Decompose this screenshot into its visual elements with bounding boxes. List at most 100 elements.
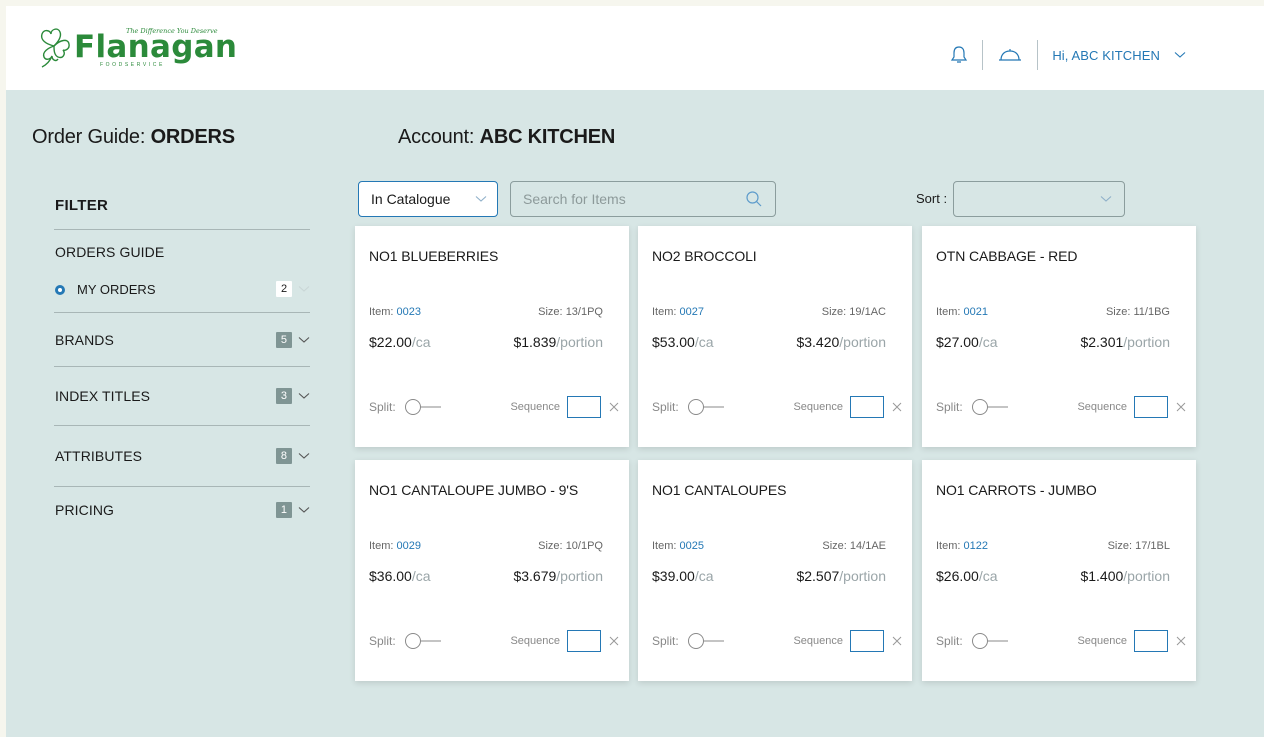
item-label: Item:: [936, 306, 961, 318]
shamrock-icon: [40, 28, 70, 68]
portion-price: $2.301/portion: [1080, 334, 1170, 350]
filter-section-header[interactable]: PRICING 1: [54, 487, 310, 533]
close-icon[interactable]: [609, 402, 619, 412]
close-icon[interactable]: [892, 402, 902, 412]
product-card[interactable]: NO1 CANTALOUPES Item: 0025 Size: 14/1AE …: [638, 460, 912, 681]
split-toggle[interactable]: [404, 398, 442, 416]
size-label: Size:: [822, 540, 847, 552]
sequence-input[interactable]: [1134, 396, 1168, 418]
product-name[interactable]: NO1 CANTALOUPES: [652, 482, 786, 498]
item-size: Size: 17/1BL: [1108, 540, 1170, 552]
sequence-input[interactable]: [850, 396, 884, 418]
size-label: Size:: [538, 540, 563, 552]
close-icon[interactable]: [892, 636, 902, 646]
size-label: Size:: [538, 306, 563, 318]
filter-option-label: MY ORDERS: [77, 282, 156, 297]
product-name[interactable]: NO1 CANTALOUPE JUMBO - 9'S: [369, 482, 578, 498]
close-icon[interactable]: [1176, 636, 1186, 646]
filter-section-index-titles[interactable]: INDEX TITLES 3: [54, 367, 310, 426]
split-toggle[interactable]: [687, 632, 725, 650]
chevron-down-icon: [475, 195, 487, 203]
split-label: Split:: [369, 400, 396, 414]
portion-price-value: $1.839: [513, 334, 557, 350]
portion-price: $2.507/portion: [796, 568, 886, 584]
logo-wordmark: The Difference You Deserve Flanagan FOOD…: [74, 26, 237, 72]
sequence-control: Sequence: [793, 396, 902, 418]
bell-icon[interactable]: [950, 45, 968, 65]
sequence-input[interactable]: [567, 630, 601, 652]
item-label: Item:: [369, 540, 394, 552]
cloche-icon[interactable]: [997, 47, 1023, 63]
filter-section-pricing[interactable]: PRICING 1: [54, 487, 310, 533]
split-toggle[interactable]: [404, 632, 442, 650]
item-code[interactable]: 0027: [680, 306, 704, 318]
case-price-value: $27.00: [936, 334, 979, 350]
sequence-input[interactable]: [567, 396, 601, 418]
case-unit: /ca: [978, 334, 998, 350]
portion-unit: /portion: [839, 568, 886, 584]
filter-section-label: INDEX TITLES: [55, 388, 151, 404]
product-card[interactable]: OTN CABBAGE - RED Item: 0021 Size: 11/1B…: [922, 226, 1196, 447]
portion-price-value: $1.400: [1080, 568, 1124, 584]
product-name[interactable]: NO1 CARROTS - JUMBO: [936, 482, 1097, 498]
sequence-input[interactable]: [1134, 630, 1168, 652]
search-icon[interactable]: [745, 190, 763, 208]
radio-selected-icon[interactable]: [55, 284, 65, 295]
product-card[interactable]: NO1 BLUEBERRIES Item: 0023 Size: 13/1PQ …: [355, 226, 629, 447]
split-control: Split:: [936, 632, 1009, 650]
split-toggle[interactable]: [971, 632, 1009, 650]
chevron-down-icon[interactable]: [298, 506, 310, 514]
product-name[interactable]: OTN CABBAGE - RED: [936, 248, 1078, 264]
chevron-down-icon[interactable]: [298, 392, 310, 400]
filter-section-header[interactable]: INDEX TITLES 3: [54, 367, 310, 425]
count-badge: 5: [276, 331, 292, 348]
sort-select[interactable]: [953, 181, 1125, 217]
size-label: Size:: [821, 306, 847, 318]
close-icon[interactable]: [1176, 402, 1186, 412]
filter-section-header: ORDERS GUIDE: [54, 230, 310, 274]
case-price: $39.00/ca: [652, 568, 714, 584]
user-greeting[interactable]: Hi, ABC KITCHEN: [1052, 48, 1160, 63]
sequence-input[interactable]: [850, 630, 884, 652]
case-price-value: $39.00: [652, 568, 695, 584]
split-toggle[interactable]: [971, 398, 1009, 416]
sequence-label: Sequence: [510, 401, 560, 413]
split-toggle[interactable]: [687, 398, 725, 416]
item-number: Item: 0122: [936, 540, 988, 552]
portion-price-value: $2.301: [1080, 334, 1124, 350]
item-code[interactable]: 0021: [964, 306, 988, 318]
product-grid: NO1 BLUEBERRIES Item: 0023 Size: 13/1PQ …: [355, 226, 1215, 686]
chevron-down-icon[interactable]: [298, 336, 310, 344]
filter-section-label: ATTRIBUTES: [55, 448, 143, 464]
logo[interactable]: The Difference You Deserve Flanagan FOOD…: [36, 26, 237, 72]
filter-section-header[interactable]: BRANDS 5: [54, 313, 310, 366]
filter-section-brands[interactable]: BRANDS 5: [54, 313, 310, 367]
item-size: Size: 11/1BG: [1106, 306, 1170, 318]
filter-section-attributes[interactable]: ATTRIBUTES 8: [54, 426, 310, 487]
catalogue-select[interactable]: In Catalogue: [358, 181, 498, 217]
chevron-down-icon[interactable]: [1174, 51, 1186, 59]
product-card[interactable]: NO2 BROCCOLI Item: 0027 Size: 19/1AC $53…: [638, 226, 912, 447]
item-code[interactable]: 0029: [397, 540, 421, 552]
search-input[interactable]: [523, 191, 723, 207]
item-number: Item: 0021: [936, 306, 988, 318]
search-field[interactable]: [510, 181, 776, 217]
product-name[interactable]: NO1 BLUEBERRIES: [369, 248, 498, 264]
chevron-down-icon[interactable]: [298, 452, 310, 460]
sequence-control: Sequence: [510, 630, 619, 652]
product-card[interactable]: NO1 CANTALOUPE JUMBO - 9'S Item: 0029 Si…: [355, 460, 629, 681]
split-control: Split:: [652, 632, 725, 650]
product-name[interactable]: NO2 BROCCOLI: [652, 248, 757, 264]
split-label: Split:: [936, 400, 963, 414]
item-code[interactable]: 0023: [397, 306, 421, 318]
product-card[interactable]: NO1 CARROTS - JUMBO Item: 0122 Size: 17/…: [922, 460, 1196, 681]
close-icon[interactable]: [609, 636, 619, 646]
item-code[interactable]: 0025: [680, 540, 704, 552]
filter-section-header[interactable]: ATTRIBUTES 8: [54, 426, 310, 486]
item-label: Item:: [369, 306, 394, 318]
filter-option-my-orders[interactable]: MY ORDERS 2: [54, 274, 310, 312]
chevron-down-icon: [298, 285, 310, 293]
item-size: Size: 13/1PQ: [538, 306, 603, 318]
item-code[interactable]: 0122: [964, 540, 988, 552]
filter-title: FILTER: [54, 180, 310, 230]
